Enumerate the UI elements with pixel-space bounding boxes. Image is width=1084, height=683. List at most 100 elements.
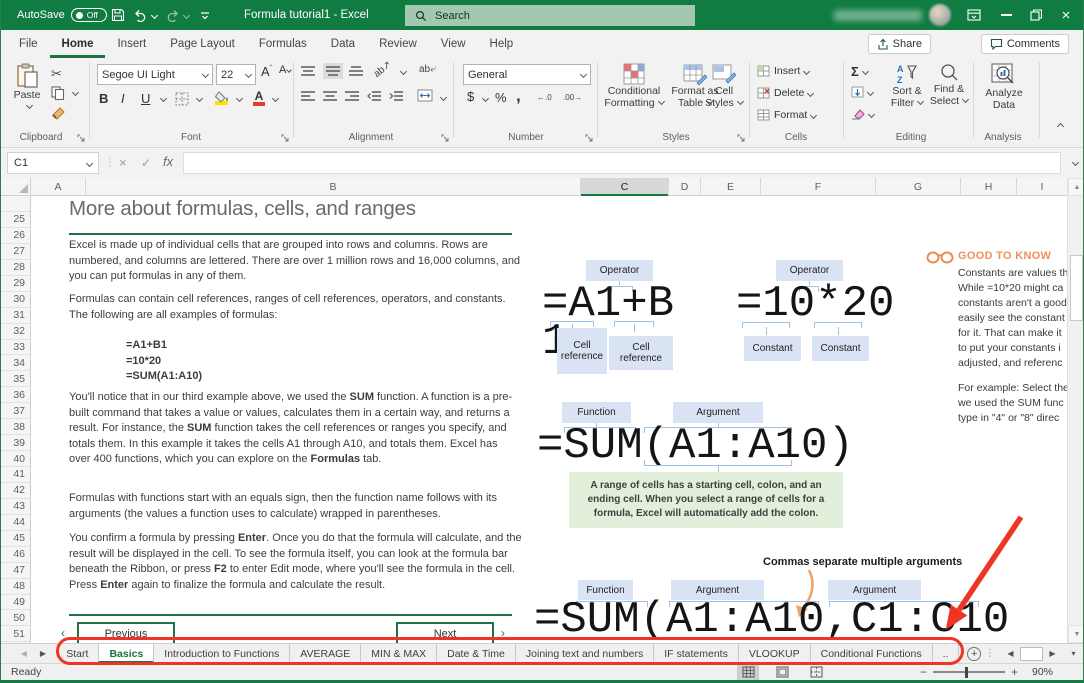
row-header[interactable]: 51 (1, 626, 30, 642)
menu-tab[interactable]: View (429, 38, 478, 50)
next-arrow[interactable]: › (501, 626, 505, 640)
row-header[interactable]: 37 (1, 403, 30, 419)
scroll-down-button[interactable]: ▼ (1068, 625, 1084, 643)
font-name-select[interactable]: Segoe UI Light (97, 64, 213, 85)
column-header-c-selected[interactable]: C (581, 178, 669, 196)
wrap-text-button[interactable]: ab⤶ (419, 64, 436, 75)
row-header[interactable]: 26 (1, 228, 30, 244)
font-size-select[interactable]: 22 (216, 64, 256, 85)
menu-tab-home-active[interactable]: Home (50, 30, 106, 58)
row-header[interactable]: 39 (1, 435, 30, 451)
zoom-in-button[interactable]: + (1011, 665, 1018, 679)
column-header-d[interactable]: D (669, 178, 701, 196)
normal-view-button[interactable] (737, 664, 759, 680)
zoom-slider-thumb[interactable] (965, 667, 969, 678)
formula-bar-divider[interactable]: ⋮ (105, 157, 115, 168)
sheet-tab[interactable]: VLOOKUP (739, 644, 811, 663)
next-button[interactable]: Next (396, 622, 494, 643)
fill-color-button[interactable] (215, 91, 229, 105)
menu-tab[interactable]: Data (319, 38, 367, 50)
find-select-button[interactable]: Find & Select (927, 63, 971, 107)
row-header[interactable]: 34 (1, 355, 30, 371)
analyze-data-button[interactable]: Analyze Data (979, 63, 1029, 111)
row-header[interactable]: 32 (1, 324, 30, 340)
align-middle-button[interactable] (323, 63, 343, 79)
percent-style-button[interactable]: % (495, 90, 507, 105)
align-left-button[interactable] (301, 91, 315, 101)
row-header[interactable]: 43 (1, 499, 30, 515)
decrease-decimal-button[interactable]: .00→ (563, 93, 582, 102)
close-button[interactable]: × (1049, 0, 1083, 30)
previous-button[interactable]: Previous (77, 622, 175, 643)
fill-button[interactable] (851, 86, 873, 98)
page-break-preview-button[interactable] (805, 664, 827, 680)
avatar[interactable] (929, 4, 951, 26)
conditional-formatting-button[interactable]: Conditional Formatting (601, 63, 667, 109)
horizontal-scroll-thumb[interactable] (1020, 647, 1043, 661)
collapse-ribbon-button[interactable] (1055, 120, 1069, 134)
align-center-button[interactable] (323, 91, 337, 101)
hscroll-right-icon[interactable]: ▶ (1043, 644, 1062, 663)
select-all-button[interactable] (1, 178, 31, 195)
row-header[interactable]: 30 (1, 292, 30, 308)
bold-button[interactable]: B (99, 91, 108, 106)
enter-entry-button[interactable]: ✓ (141, 156, 151, 170)
menu-tab[interactable]: Review (367, 38, 429, 50)
share-button[interactable]: Share (868, 34, 931, 54)
row-header[interactable]: 36 (1, 387, 30, 403)
menu-tab[interactable]: Help (478, 38, 526, 50)
orientation-button[interactable]: ab↗ (372, 59, 394, 80)
column-header-e[interactable]: E (701, 178, 761, 196)
row-header[interactable]: 49 (1, 595, 30, 611)
row-header[interactable]: 41 (1, 467, 30, 483)
underline-dropdown-icon[interactable] (160, 95, 167, 102)
column-header-i[interactable]: I (1017, 178, 1067, 196)
row-header[interactable]: 48 (1, 579, 30, 595)
row-header[interactable]: 45 (1, 531, 30, 547)
row-header[interactable]: 28 (1, 260, 30, 276)
orientation-dropdown-icon[interactable] (400, 68, 407, 75)
row-header[interactable]: 46 (1, 547, 30, 563)
autosum-button[interactable]: Σ (851, 64, 868, 79)
vertical-scroll-thumb[interactable] (1070, 255, 1083, 321)
column-header-a[interactable]: A (31, 178, 86, 196)
sheet-tab[interactable]: Date & Time (437, 644, 516, 663)
format-cells-button[interactable]: Format (757, 109, 816, 121)
row-header[interactable]: 47 (1, 563, 30, 579)
redo-dropdown-icon[interactable] (183, 11, 190, 18)
save-button[interactable] (111, 0, 125, 30)
zoom-level[interactable]: 90% (1032, 666, 1053, 678)
font-color-dropdown-icon[interactable] (272, 95, 279, 102)
column-header-f[interactable]: F (761, 178, 876, 196)
comma-style-button[interactable]: , (516, 86, 521, 106)
increase-font-button[interactable]: Aˆ (261, 64, 272, 79)
sheet-tab[interactable]: Joining text and numbers (516, 644, 654, 663)
undo-dropdown-icon[interactable] (151, 11, 158, 18)
number-dialog-launcher[interactable] (585, 134, 594, 143)
accounting-format-button[interactable]: $ (467, 89, 474, 104)
increase-indent-button[interactable] (389, 91, 403, 101)
number-format-select[interactable]: General (463, 64, 591, 85)
cancel-entry-button[interactable]: × (119, 155, 127, 170)
column-header-h[interactable]: H (961, 178, 1017, 196)
sheet-tab[interactable]: IF statements (654, 644, 739, 663)
increase-decimal-button[interactable]: ←.0 (537, 93, 552, 102)
row-header[interactable]: 25 (1, 212, 30, 228)
alignment-dialog-launcher[interactable] (441, 134, 450, 143)
menu-tab[interactable]: File (7, 38, 50, 50)
restore-button[interactable] (1019, 0, 1053, 30)
format-painter-button[interactable] (51, 106, 66, 121)
quick-access-customize-button[interactable] (199, 0, 211, 30)
column-header-g[interactable]: G (876, 178, 961, 196)
paste-button[interactable]: Paste (9, 63, 45, 113)
accounting-dropdown-icon[interactable] (482, 95, 489, 102)
align-bottom-button[interactable] (349, 66, 363, 76)
row-header[interactable]: 38 (1, 419, 30, 435)
sheet-tab[interactable]: Conditional Functions (811, 644, 933, 663)
zoom-slider[interactable] (933, 671, 1005, 673)
merge-center-dropdown-icon[interactable] (440, 94, 447, 101)
merge-center-button[interactable] (417, 89, 433, 102)
row-header[interactable]: 31 (1, 308, 30, 324)
clipboard-dialog-launcher[interactable] (77, 134, 86, 143)
sheet-tab[interactable]: MIN & MAX (361, 644, 437, 663)
